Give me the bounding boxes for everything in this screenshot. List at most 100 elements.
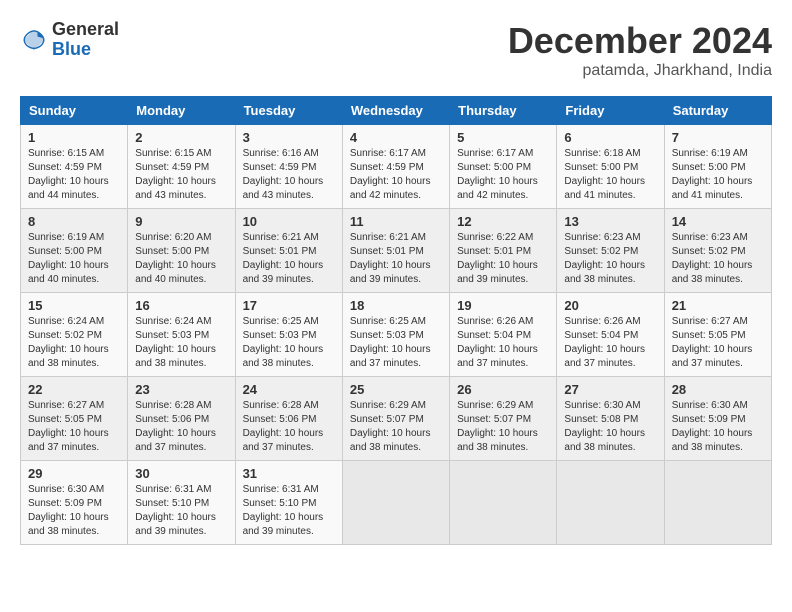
- day-number: 12: [457, 214, 549, 229]
- calendar-cell: 12 Sunrise: 6:22 AM Sunset: 5:01 PM Dayli…: [450, 209, 557, 293]
- day-info: Sunrise: 6:28 AM Sunset: 5:06 PM Dayligh…: [243, 399, 335, 455]
- calendar-cell: 15 Sunrise: 6:24 AM Sunset: 5:02 PM Dayli…: [21, 293, 128, 377]
- calendar-cell: 1 Sunrise: 6:15 AM Sunset: 4:59 PM Daylig…: [21, 125, 128, 209]
- day-number: 8: [28, 214, 120, 229]
- calendar-cell: 10 Sunrise: 6:21 AM Sunset: 5:01 PM Dayli…: [235, 209, 342, 293]
- day-info: Sunrise: 6:23 AM Sunset: 5:02 PM Dayligh…: [672, 231, 764, 287]
- calendar-cell: 5Sunrise: 6:17 AM Sunset: 5:00 PM Daylig…: [450, 125, 557, 209]
- day-info: Sunrise: 6:15 AM Sunset: 4:59 PM Dayligh…: [135, 147, 227, 203]
- day-number: 20: [564, 298, 656, 313]
- calendar-cell: 16Sunrise: 6:24 AM Sunset: 5:03 PM Dayli…: [128, 293, 235, 377]
- day-info: Sunrise: 6:29 AM Sunset: 5:07 PM Dayligh…: [457, 399, 549, 455]
- day-number: 10: [243, 214, 335, 229]
- calendar-cell: 9 Sunrise: 6:20 AM Sunset: 5:00 PM Daylig…: [128, 209, 235, 293]
- calendar-cell: 3 Sunrise: 6:16 AM Sunset: 4:59 PM Daylig…: [235, 125, 342, 209]
- day-info: Sunrise: 6:21 AM Sunset: 5:01 PM Dayligh…: [350, 231, 442, 287]
- title-block: December 2024 patamda, Jharkhand, India: [508, 20, 772, 80]
- day-number: 1: [28, 130, 120, 145]
- day-number: 27: [564, 382, 656, 397]
- day-number: 23: [135, 382, 227, 397]
- calendar-cell: 24 Sunrise: 6:28 AM Sunset: 5:06 PM Dayli…: [235, 377, 342, 461]
- calendar-cell: 29Sunrise: 6:30 AM Sunset: 5:09 PM Dayli…: [21, 461, 128, 545]
- day-number: 19: [457, 298, 549, 313]
- day-info: Sunrise: 6:23 AM Sunset: 5:02 PM Dayligh…: [564, 231, 656, 287]
- calendar-cell: 25Sunrise: 6:29 AM Sunset: 5:07 PM Dayli…: [342, 377, 449, 461]
- col-wednesday: Wednesday: [342, 97, 449, 125]
- calendar-week-5: 29Sunrise: 6:30 AM Sunset: 5:09 PM Dayli…: [21, 461, 772, 545]
- day-info: Sunrise: 6:21 AM Sunset: 5:01 PM Dayligh…: [243, 231, 335, 287]
- calendar-cell: 4Sunrise: 6:17 AM Sunset: 4:59 PM Daylig…: [342, 125, 449, 209]
- calendar-cell: 2 Sunrise: 6:15 AM Sunset: 4:59 PM Daylig…: [128, 125, 235, 209]
- calendar-cell: 27Sunrise: 6:30 AM Sunset: 5:08 PM Dayli…: [557, 377, 664, 461]
- day-number: 17: [243, 298, 335, 313]
- day-info: Sunrise: 6:20 AM Sunset: 5:00 PM Dayligh…: [135, 231, 227, 287]
- calendar-cell: 21Sunrise: 6:27 AM Sunset: 5:05 PM Dayli…: [664, 293, 771, 377]
- col-friday: Friday: [557, 97, 664, 125]
- day-number: 3: [243, 130, 335, 145]
- calendar-cell: [342, 461, 449, 545]
- col-saturday: Saturday: [664, 97, 771, 125]
- page-header: General Blue December 2024 patamda, Jhar…: [20, 20, 772, 80]
- logo-text: General Blue: [52, 20, 119, 60]
- day-info: Sunrise: 6:19 AM Sunset: 5:00 PM Dayligh…: [672, 147, 764, 203]
- day-number: 5: [457, 130, 549, 145]
- day-info: Sunrise: 6:22 AM Sunset: 5:01 PM Dayligh…: [457, 231, 549, 287]
- calendar-cell: 22 Sunrise: 6:27 AM Sunset: 5:05 PM Dayli…: [21, 377, 128, 461]
- col-monday: Monday: [128, 97, 235, 125]
- calendar-cell: 23 Sunrise: 6:28 AM Sunset: 5:06 PM Dayli…: [128, 377, 235, 461]
- logo: General Blue: [20, 20, 119, 60]
- logo-icon: [20, 26, 48, 54]
- day-info: Sunrise: 6:16 AM Sunset: 4:59 PM Dayligh…: [243, 147, 335, 203]
- day-number: 18: [350, 298, 442, 313]
- day-info: Sunrise: 6:24 AM Sunset: 5:02 PM Dayligh…: [28, 315, 120, 371]
- day-number: 2: [135, 130, 227, 145]
- day-info: Sunrise: 6:27 AM Sunset: 5:05 PM Dayligh…: [28, 399, 120, 455]
- day-number: 4: [350, 130, 442, 145]
- day-number: 22: [28, 382, 120, 397]
- calendar-cell: 19 Sunrise: 6:26 AM Sunset: 5:04 PM Dayli…: [450, 293, 557, 377]
- day-info: Sunrise: 6:28 AM Sunset: 5:06 PM Dayligh…: [135, 399, 227, 455]
- header-row: Sunday Monday Tuesday Wednesday Thursday…: [21, 97, 772, 125]
- day-number: 9: [135, 214, 227, 229]
- calendar-week-4: 22 Sunrise: 6:27 AM Sunset: 5:05 PM Dayli…: [21, 377, 772, 461]
- day-info: Sunrise: 6:18 AM Sunset: 5:00 PM Dayligh…: [564, 147, 656, 203]
- calendar-cell: [557, 461, 664, 545]
- col-sunday: Sunday: [21, 97, 128, 125]
- day-info: Sunrise: 6:30 AM Sunset: 5:09 PM Dayligh…: [28, 483, 120, 539]
- day-info: Sunrise: 6:25 AM Sunset: 5:03 PM Dayligh…: [350, 315, 442, 371]
- col-thursday: Thursday: [450, 97, 557, 125]
- month-title: December 2024: [508, 20, 772, 62]
- day-number: 30: [135, 466, 227, 481]
- calendar-cell: [450, 461, 557, 545]
- day-number: 16: [135, 298, 227, 313]
- calendar-body: 1 Sunrise: 6:15 AM Sunset: 4:59 PM Daylig…: [21, 125, 772, 545]
- calendar-cell: 13 Sunrise: 6:23 AM Sunset: 5:02 PM Dayli…: [557, 209, 664, 293]
- calendar-week-1: 1 Sunrise: 6:15 AM Sunset: 4:59 PM Daylig…: [21, 125, 772, 209]
- calendar-cell: 8 Sunrise: 6:19 AM Sunset: 5:00 PM Daylig…: [21, 209, 128, 293]
- location: patamda, Jharkhand, India: [508, 62, 772, 80]
- day-number: 6: [564, 130, 656, 145]
- day-number: 24: [243, 382, 335, 397]
- calendar-cell: 6 Sunrise: 6:18 AM Sunset: 5:00 PM Daylig…: [557, 125, 664, 209]
- day-info: Sunrise: 6:15 AM Sunset: 4:59 PM Dayligh…: [28, 147, 120, 203]
- day-number: 26: [457, 382, 549, 397]
- logo-general: General: [52, 20, 119, 40]
- calendar-cell: 17 Sunrise: 6:25 AM Sunset: 5:03 PM Dayli…: [235, 293, 342, 377]
- day-number: 28: [672, 382, 764, 397]
- calendar-cell: 11Sunrise: 6:21 AM Sunset: 5:01 PM Dayli…: [342, 209, 449, 293]
- day-info: Sunrise: 6:25 AM Sunset: 5:03 PM Dayligh…: [243, 315, 335, 371]
- day-number: 7: [672, 130, 764, 145]
- day-info: Sunrise: 6:19 AM Sunset: 5:00 PM Dayligh…: [28, 231, 120, 287]
- day-number: 13: [564, 214, 656, 229]
- day-info: Sunrise: 6:26 AM Sunset: 5:04 PM Dayligh…: [564, 315, 656, 371]
- calendar-cell: 26 Sunrise: 6:29 AM Sunset: 5:07 PM Dayli…: [450, 377, 557, 461]
- calendar-cell: 18 Sunrise: 6:25 AM Sunset: 5:03 PM Dayli…: [342, 293, 449, 377]
- calendar: Sunday Monday Tuesday Wednesday Thursday…: [20, 96, 772, 545]
- day-info: Sunrise: 6:31 AM Sunset: 5:10 PM Dayligh…: [135, 483, 227, 539]
- day-info: Sunrise: 6:26 AM Sunset: 5:04 PM Dayligh…: [457, 315, 549, 371]
- logo-blue: Blue: [52, 40, 119, 60]
- day-number: 15: [28, 298, 120, 313]
- calendar-cell: 20 Sunrise: 6:26 AM Sunset: 5:04 PM Dayli…: [557, 293, 664, 377]
- calendar-cell: [664, 461, 771, 545]
- day-info: Sunrise: 6:27 AM Sunset: 5:05 PM Dayligh…: [672, 315, 764, 371]
